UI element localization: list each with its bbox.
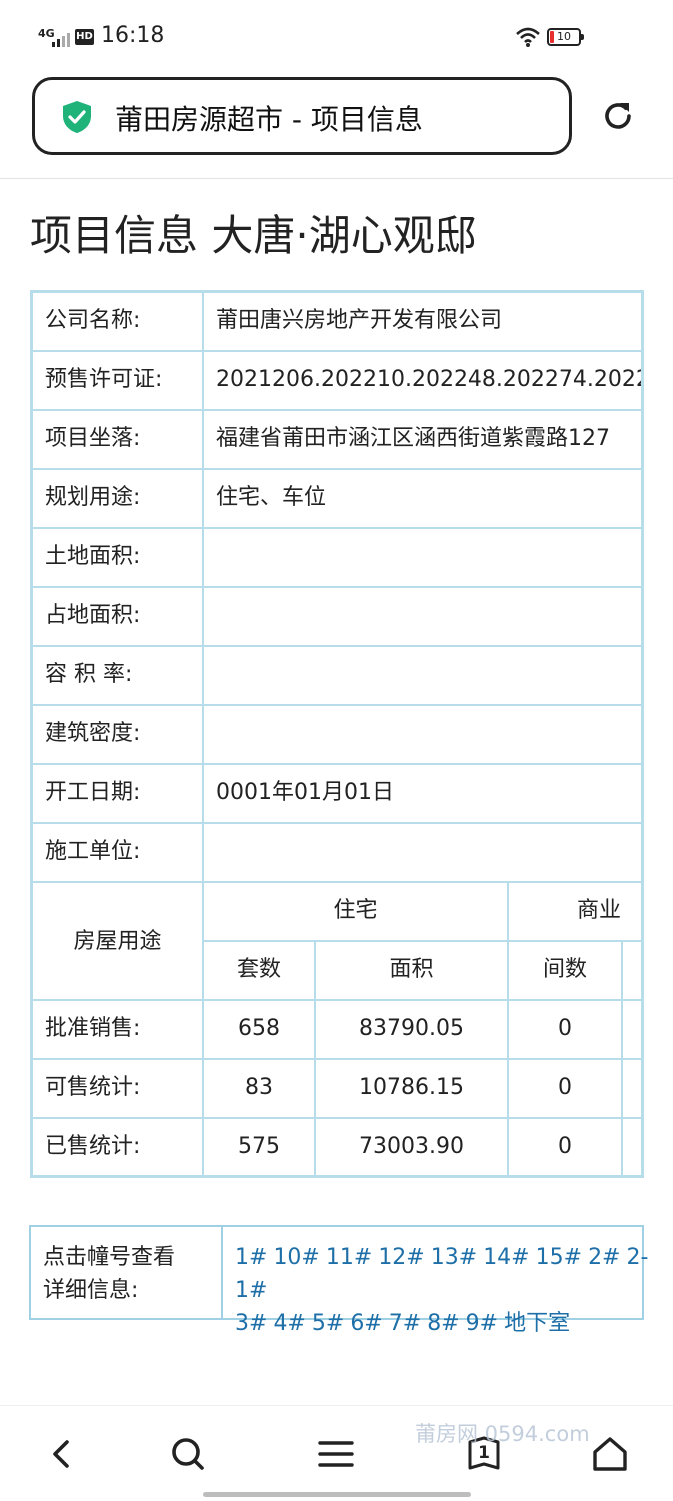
building-links-label: 点击幢号查看 详细信息: [31,1227,223,1318]
row-value-company: 莆田唐兴房地产开发有限公司 [204,293,641,352]
stat-label-approved: 批准销售: [33,1001,204,1060]
stat-approved-area: 83790.05 [316,1001,509,1060]
row-value-location: 福建省莆田市涵江区涵西街道紫霞路127 [204,411,641,470]
building-links-table: 点击幢号查看 详细信息: 1# 10# 11# 12# 13# 14# 15# 2# 2-1# … [29,1225,648,1336]
building-link-list: 1# 10# 11# 12# 13# 14# 15# 2# 2-1# 3# 4# 5# 6# 7# 8# 9… [235,1241,648,1340]
menu-icon[interactable] [316,1434,356,1474]
subheader-blank [623,942,641,1001]
row-value-contractor [204,824,641,883]
stat-approved-extra [623,1001,641,1060]
address-bar[interactable]: 莆田房源超市 - 项目信息 [32,77,572,155]
building-link[interactable]: 7# [389,1311,421,1336]
building-link[interactable]: 5# [312,1311,344,1336]
gesture-home-bar[interactable] [203,1492,471,1497]
usage-group-residential: 住宅 [204,883,509,942]
stat-approved-units: 0 [509,1001,623,1060]
usage-group-commercial: 商业 [509,883,641,942]
building-link[interactable]: 2# [588,1245,620,1270]
hd-icon: HD [75,29,94,45]
stat-approved-sets: 658 [204,1001,316,1060]
building-link[interactable]: 12# [378,1245,424,1270]
signal-icon: 4G [38,27,72,49]
row-value-plot-ratio [204,647,641,706]
reload-icon[interactable] [600,98,636,134]
stat-available-units: 0 [509,1060,623,1119]
back-icon[interactable] [42,1434,82,1474]
stat-sold-units: 0 [509,1119,623,1175]
building-link[interactable]: 10# [273,1245,319,1270]
subheader-area: 面积 [316,942,509,1001]
row-label-footprint-area: 占地面积: [33,588,204,647]
project-info-table: 公司名称: 莆田唐兴房地产开发有限公司 预售许可证: 2021206.20221… [30,290,644,1178]
subheader-units: 间数 [509,942,623,1001]
building-link[interactable]: 9# [466,1311,498,1336]
building-link[interactable]: 3# [235,1311,267,1336]
building-link[interactable]: 13# [431,1245,477,1270]
header-divider [0,178,673,179]
building-link[interactable]: 地下室 [504,1311,570,1336]
row-label-presale-permit: 预售许可证: [33,352,204,411]
status-time: 16:18 [101,23,165,48]
battery-icon: 10 [547,28,584,46]
site-watermark: 莆房网 0594.com [415,1422,590,1446]
stat-available-sets: 83 [204,1060,316,1119]
row-value-footprint-area [204,588,641,647]
row-value-presale-permit: 2021206.202210.202248.202274.20228 [204,352,641,411]
building-link[interactable]: 15# [536,1245,582,1270]
row-label-plot-ratio: 容 积 率: [33,647,204,706]
stat-sold-sets: 575 [204,1119,316,1175]
search-icon[interactable] [168,1434,208,1474]
row-value-start-date: 0001年01月01日 [204,765,641,824]
home-icon[interactable] [590,1434,630,1474]
stat-available-area: 10786.15 [316,1060,509,1119]
subheader-sets: 套数 [204,942,316,1001]
stat-label-sold: 已售统计: [33,1119,204,1175]
status-bar: 4G HD 16:18 10 [0,0,673,70]
page-url-title: 莆田房源超市 - 项目信息 [115,103,423,136]
secure-shield-icon [63,101,91,133]
row-label-company: 公司名称: [33,293,204,352]
stat-sold-extra [623,1119,641,1175]
row-label-building-density: 建筑密度: [33,706,204,765]
building-link[interactable]: 1# [235,1245,267,1270]
row-value-land-area [204,529,641,588]
building-link[interactable]: 4# [273,1311,305,1336]
row-label-contractor: 施工单位: [33,824,204,883]
usage-header-label: 房屋用途 [33,883,204,1001]
stat-sold-area: 73003.90 [316,1119,509,1175]
building-link[interactable]: 6# [350,1311,382,1336]
row-value-planned-use: 住宅、车位 [204,470,641,529]
page-title: 项目信息 大唐·湖心观邸 [30,211,477,260]
row-label-location: 项目坐落: [33,411,204,470]
row-label-planned-use: 规划用途: [33,470,204,529]
stat-available-extra [623,1060,641,1119]
building-link[interactable]: 14# [483,1245,529,1270]
wifi-icon [516,27,540,47]
building-link[interactable]: 11# [326,1245,372,1270]
row-label-land-area: 土地面积: [33,529,204,588]
network-type: 4G [38,27,55,40]
row-label-start-date: 开工日期: [33,765,204,824]
stat-label-available: 可售统计: [33,1060,204,1119]
building-links-label-line2: 详细信息: [43,1278,139,1303]
row-value-building-density [204,706,641,765]
battery-level: 10 [557,30,571,43]
building-links-label-line1: 点击幢号查看 [43,1245,176,1270]
building-link[interactable]: 8# [427,1311,459,1336]
